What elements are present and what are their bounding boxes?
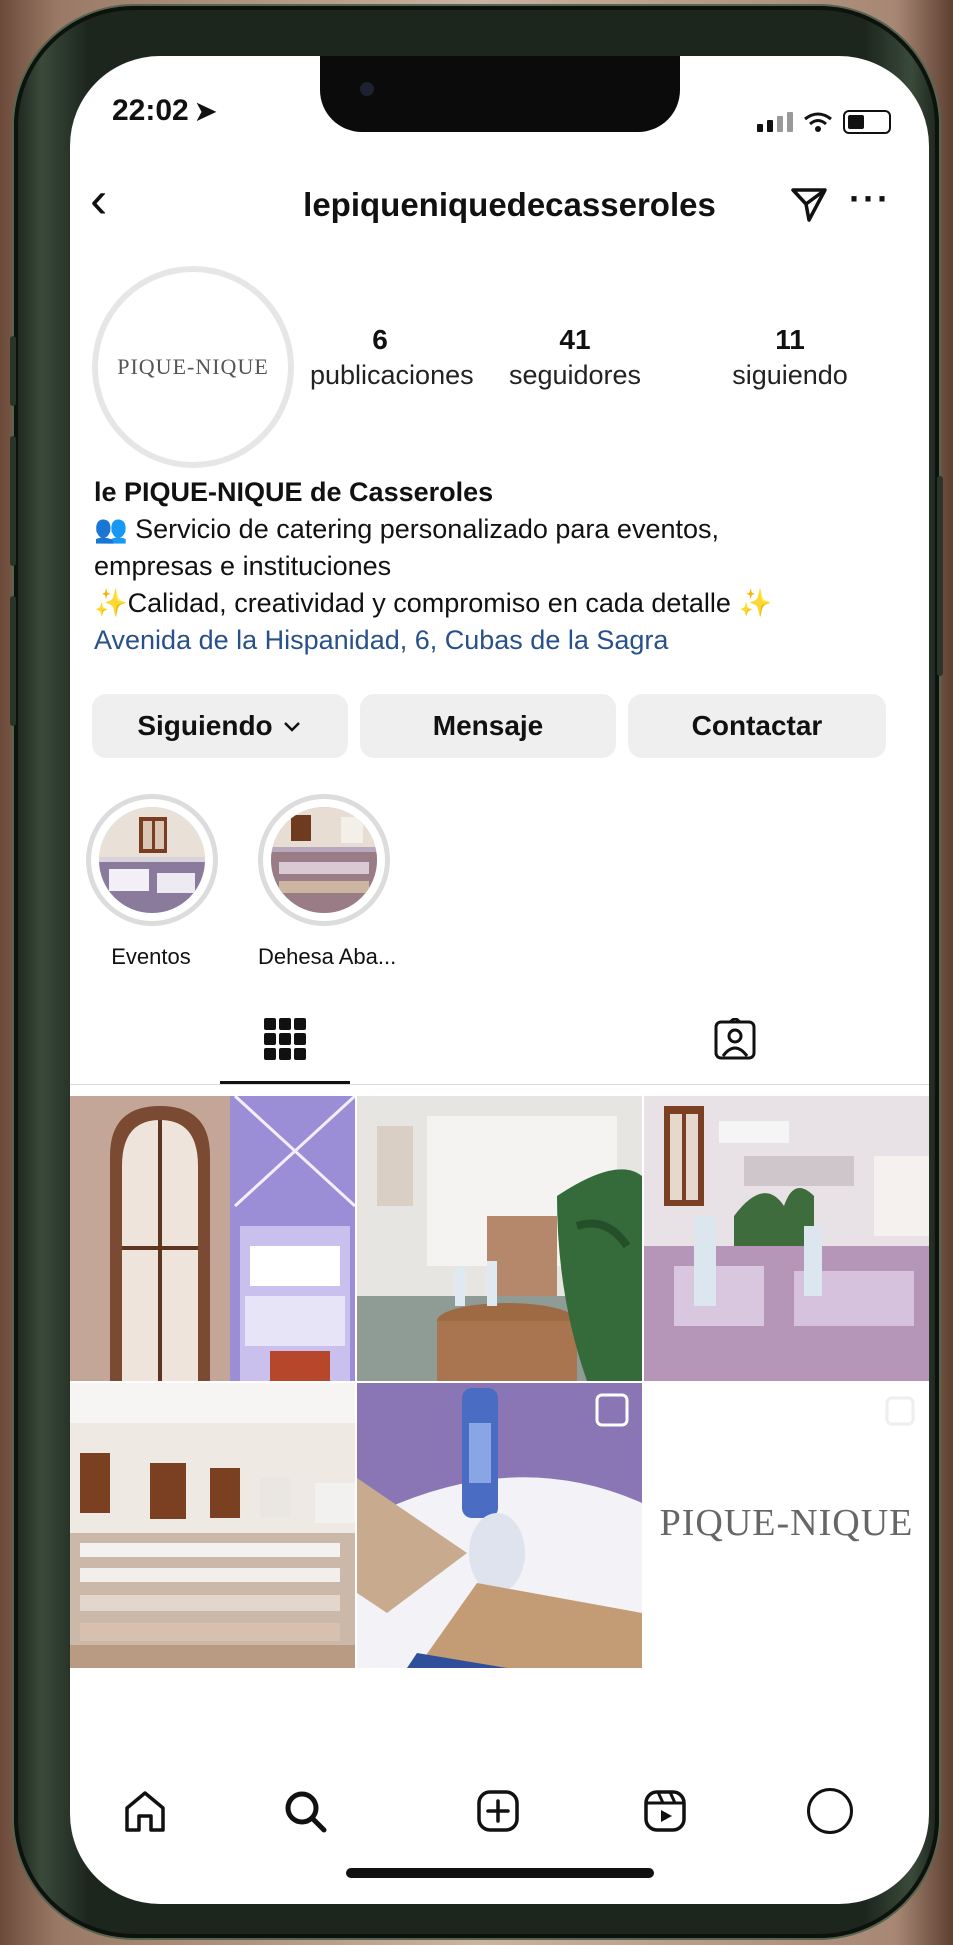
- profile-tabs: [70, 996, 929, 1085]
- search-icon: [285, 1791, 327, 1833]
- status-time: 22:02 ➤: [112, 94, 217, 134]
- nav-reels[interactable]: [630, 1776, 700, 1846]
- carousel-icon: [885, 1396, 915, 1426]
- wifi-icon: [804, 112, 832, 132]
- highlight-dehesa[interactable]: Dehesa Aba...: [258, 794, 397, 970]
- stat-following-value: 11: [775, 324, 805, 355]
- bio-line-2: empresas e instituciones: [94, 551, 392, 581]
- tagged-person-icon: [714, 1018, 756, 1060]
- post-thumbnail[interactable]: [70, 1383, 355, 1668]
- following-button[interactable]: Siguiendo: [92, 694, 348, 758]
- stat-following-label: siguiendo: [732, 360, 848, 390]
- avatar-logo-text: PIQUE-NIQUE: [117, 354, 269, 379]
- highlight-thumbnail: [99, 807, 205, 913]
- bio-line-3: ✨Calidad, creatividad y compromiso en ca…: [94, 588, 773, 618]
- post-thumbnail[interactable]: [644, 1096, 929, 1381]
- volume-down-button: [10, 596, 16, 726]
- profile-header: ‹ lepiqueniquedecasseroles ···: [70, 166, 929, 236]
- profile-bio: le PIQUE-NIQUE de Casseroles 👥 Servicio …: [94, 474, 914, 659]
- home-icon: [125, 1791, 165, 1832]
- profile-avatar[interactable]: PIQUE-NIQUE: [92, 266, 294, 468]
- send-icon[interactable]: [789, 184, 829, 224]
- message-button[interactable]: Mensaje: [360, 694, 616, 758]
- stat-following[interactable]: 11 siguiendo: [710, 324, 870, 391]
- highlight-eventos[interactable]: Eventos: [86, 794, 218, 970]
- nav-search[interactable]: [270, 1776, 340, 1846]
- volume-up-button: [10, 436, 16, 566]
- create-post-icon: [477, 1790, 519, 1832]
- highlight-thumbnail: [271, 807, 377, 913]
- nav-home[interactable]: [110, 1776, 180, 1846]
- stat-followers-value: 41: [559, 324, 591, 355]
- screen: 22:02 ➤ ‹ lepiqueniquedecasseroles ··· PI…: [70, 56, 929, 1904]
- post-thumbnail[interactable]: PIQUE-NIQUE: [644, 1383, 929, 1668]
- power-button: [937, 476, 943, 676]
- logo-post-text: PIQUE-NIQUE: [659, 1502, 914, 1544]
- more-options-icon[interactable]: ···: [849, 178, 891, 220]
- post-thumbnail[interactable]: [70, 1096, 355, 1381]
- reels-icon: [644, 1790, 686, 1832]
- contact-button[interactable]: Contactar: [628, 694, 886, 758]
- highlight-ring: [86, 794, 218, 926]
- profile-avatar-icon: [807, 1788, 853, 1834]
- post-thumbnail[interactable]: [357, 1096, 642, 1381]
- post-thumbnail[interactable]: [357, 1383, 642, 1668]
- grid-icon: [264, 1017, 306, 1060]
- bio-line-1: 👥 Servicio de catering personalizado par…: [94, 514, 719, 544]
- chevron-down-icon: [283, 722, 300, 732]
- tab-posts-grid[interactable]: [220, 996, 350, 1084]
- profile-display-name: le PIQUE-NIQUE de Casseroles: [94, 477, 494, 507]
- highlight-ring: [258, 794, 390, 926]
- front-camera: [360, 82, 374, 96]
- status-time-text: 22:02: [112, 94, 189, 127]
- stat-posts[interactable]: 6 publicaciones: [310, 324, 474, 391]
- stat-posts-value: 6: [372, 324, 388, 355]
- cellular-signal-icon: [757, 112, 793, 132]
- highlight-label: Dehesa Aba...: [258, 944, 397, 969]
- nav-profile[interactable]: [795, 1776, 865, 1846]
- battery-icon: [843, 110, 891, 134]
- home-indicator[interactable]: [346, 1868, 654, 1878]
- phone-frame: 22:02 ➤ ‹ lepiqueniquedecasseroles ··· PI…: [10, 6, 943, 1938]
- sparkles-icon: ✨: [94, 588, 128, 618]
- nav-create[interactable]: [463, 1776, 533, 1846]
- mute-switch: [10, 336, 16, 406]
- sparkles-icon: ✨: [738, 588, 773, 618]
- stat-posts-label: publicaciones: [310, 360, 474, 390]
- people-icon: 👥: [94, 514, 128, 544]
- bottom-navigation: [70, 1776, 929, 1846]
- tab-tagged[interactable]: [670, 996, 800, 1084]
- status-icons: [757, 102, 891, 142]
- address-link[interactable]: Avenida de la Hispanidad, 6, Cubas de la…: [94, 622, 914, 659]
- highlight-label: Eventos: [111, 944, 191, 969]
- stat-followers[interactable]: 41 seguidores: [495, 324, 655, 391]
- stat-followers-label: seguidores: [508, 360, 642, 390]
- notch: [320, 56, 680, 132]
- location-arrow-icon: ➤: [194, 96, 217, 126]
